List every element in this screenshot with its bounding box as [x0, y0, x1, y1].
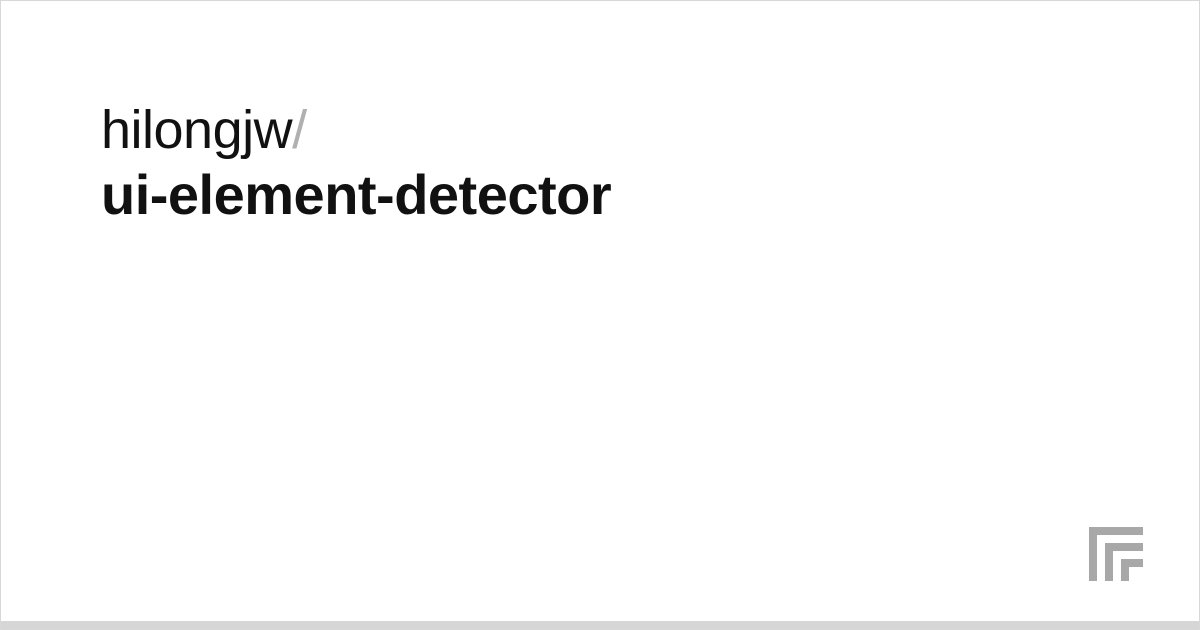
repo-header: hilongjw/ ui-element-detector: [1, 1, 1199, 227]
path-separator: /: [292, 100, 307, 160]
owner-line: hilongjw/: [101, 99, 1099, 161]
bottom-accent-bar: [1, 621, 1199, 629]
owner-name: hilongjw: [101, 100, 292, 160]
replicate-logo-icon: [1083, 521, 1149, 587]
repo-name: ui-element-detector: [101, 163, 1099, 227]
